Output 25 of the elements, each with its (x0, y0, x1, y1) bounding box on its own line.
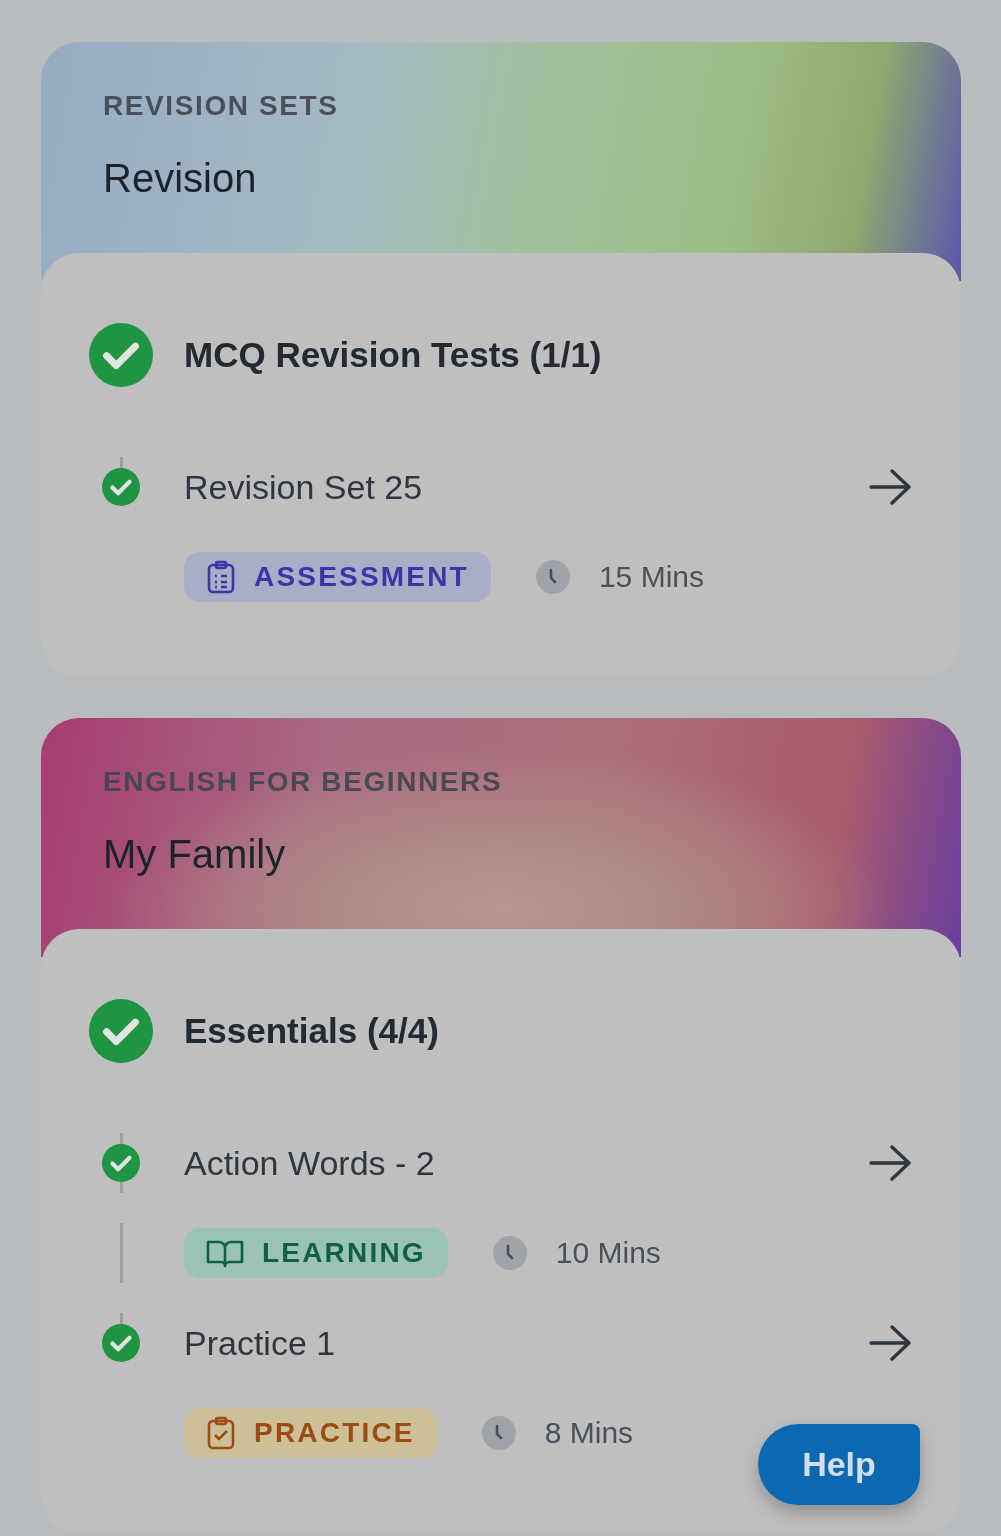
course-name: REVISION SETS (103, 90, 340, 122)
clipboard-check-icon (206, 1416, 236, 1450)
chapter-title: Revision (103, 156, 258, 201)
arrow-right-icon[interactable] (869, 1325, 911, 1361)
duration-text: 15 Mins (598, 560, 704, 594)
course-name: ENGLISH FOR BEGINNERS (103, 766, 504, 798)
clipboard-list-icon (206, 560, 236, 594)
duration-text: 8 Mins (544, 1416, 634, 1450)
duration-text: 10 Mins (555, 1236, 661, 1270)
lesson-title[interactable]: Action Words - 2 (184, 1143, 869, 1183)
section-title[interactable]: Essentials (4/4) (184, 1011, 439, 1051)
activity-tag: ASSESSMENT (184, 552, 491, 602)
activity-tag: PRACTICE (184, 1408, 437, 1458)
lesson-title[interactable]: Practice 1 (184, 1323, 869, 1363)
clock-icon (534, 559, 571, 595)
section-title[interactable]: MCQ Revision Tests (1/1) (184, 335, 602, 375)
arrow-right-icon[interactable] (869, 1145, 911, 1181)
open-book-icon (206, 1238, 244, 1268)
chapter-title: My Family (103, 832, 287, 877)
lesson-title[interactable]: Revision Set 25 (184, 467, 869, 507)
clock-icon (480, 1415, 517, 1451)
arrow-right-icon[interactable] (869, 469, 911, 505)
clock-icon (491, 1235, 528, 1271)
activity-tag: LEARNING (184, 1228, 448, 1278)
help-button[interactable]: Help (758, 1424, 920, 1505)
